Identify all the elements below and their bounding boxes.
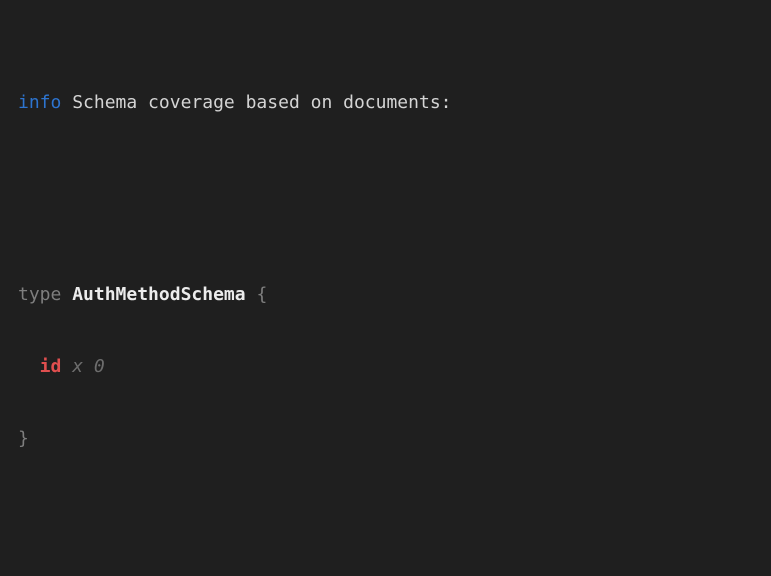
close-brace: }: [18, 428, 29, 449]
field-line: id x 0: [18, 355, 761, 379]
field-count: x 0: [72, 356, 105, 377]
info-line: info Schema coverage based on documents:: [18, 91, 761, 115]
open-brace: {: [256, 284, 267, 305]
blank-line: [18, 187, 761, 211]
type-header: type AuthMethodSchema {: [18, 283, 761, 307]
type-keyword: type: [18, 284, 61, 305]
blank-line: [18, 523, 761, 547]
type-footer: }: [18, 427, 761, 451]
info-tag: info: [18, 92, 61, 113]
terminal-output[interactable]: info Schema coverage based on documents:…: [0, 0, 771, 576]
field-name: id: [40, 356, 62, 377]
type-name: AuthMethodSchema: [72, 284, 245, 305]
info-message: Schema coverage based on documents:: [72, 92, 451, 113]
